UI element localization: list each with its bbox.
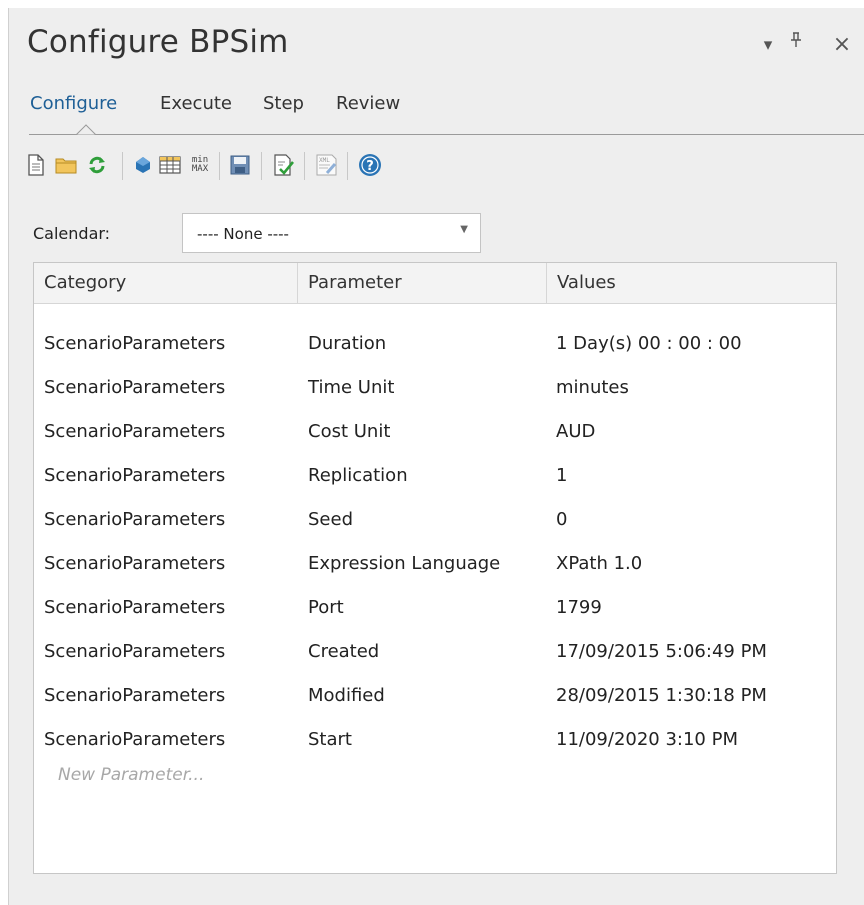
save-button[interactable] xyxy=(227,152,253,178)
min-max-button[interactable]: min MAX xyxy=(187,152,213,178)
window-title: Configure BPSim xyxy=(27,24,289,60)
xml-label: XML xyxy=(319,157,330,164)
table-row[interactable]: ScenarioParameters Duration 1 Day(s) 00 … xyxy=(34,322,836,366)
category-cell: ScenarioParameters xyxy=(44,465,226,486)
column-header-values[interactable]: Values xyxy=(547,263,836,303)
min-max-icon: min MAX xyxy=(192,156,208,174)
xml-export-icon: XML xyxy=(316,154,337,176)
toolbar: min MAX XML ? xyxy=(9,148,864,188)
pin-button[interactable] xyxy=(785,32,807,54)
tab-step[interactable]: Step xyxy=(263,93,304,114)
value-cell[interactable]: 28/09/2015 1:30:18 PM xyxy=(556,674,767,718)
refresh-icon xyxy=(89,156,105,174)
parameter-cell: Created xyxy=(308,641,380,662)
toolbar-separator xyxy=(219,152,220,180)
column-header-category[interactable]: Category xyxy=(34,263,297,303)
parameter-cell: Cost Unit xyxy=(308,421,391,442)
tab-underline xyxy=(29,134,864,135)
category-cell: ScenarioParameters xyxy=(44,641,226,662)
close-button[interactable]: × xyxy=(831,34,853,56)
toolbar-separator xyxy=(122,152,123,180)
shape-icon xyxy=(136,157,150,173)
category-cell: ScenarioParameters xyxy=(44,509,226,530)
calendar-label: Calendar: xyxy=(33,224,111,243)
toolbar-separator xyxy=(347,152,348,180)
parameter-cell: Port xyxy=(308,597,344,618)
pin-icon xyxy=(791,32,801,47)
xml-export-button[interactable]: XML xyxy=(314,152,340,178)
help-button[interactable]: ? xyxy=(357,152,383,178)
window-menu-button[interactable]: ▾ xyxy=(757,34,779,56)
value-cell[interactable]: minutes xyxy=(556,366,629,410)
parameter-cell: Time Unit xyxy=(308,377,395,398)
parameter-cell: Expression Language xyxy=(308,553,501,574)
save-icon xyxy=(230,155,250,175)
value-cell[interactable]: XPath 1.0 xyxy=(556,542,642,586)
category-cell: ScenarioParameters xyxy=(44,729,226,750)
value-cell[interactable]: 17/09/2015 5:06:49 PM xyxy=(556,630,767,674)
category-cell: ScenarioParameters xyxy=(44,421,226,442)
category-cell: ScenarioParameters xyxy=(44,597,226,618)
active-tab-notch xyxy=(76,124,96,136)
open-folder-button[interactable] xyxy=(53,152,79,178)
tab-review[interactable]: Review xyxy=(336,93,400,114)
refresh-button[interactable] xyxy=(84,152,110,178)
table-row[interactable]: ScenarioParameters Time Unit minutes xyxy=(34,366,836,410)
help-glyph: ? xyxy=(366,159,374,174)
category-cell: ScenarioParameters xyxy=(44,553,226,574)
category-cell: ScenarioParameters xyxy=(44,333,226,354)
toolbar-separator xyxy=(304,152,305,180)
calendar-select[interactable]: ---- None ---- ▼ xyxy=(182,213,481,253)
category-cell: ScenarioParameters xyxy=(44,685,226,706)
open-folder-icon xyxy=(55,158,77,174)
chevron-down-icon: ▼ xyxy=(460,224,468,235)
table-icon xyxy=(159,156,181,174)
value-cell[interactable]: 1 xyxy=(556,454,567,498)
table-row[interactable]: ScenarioParameters Expression Language X… xyxy=(34,542,836,586)
tab-bar: Configure Execute Step Review xyxy=(9,88,864,136)
bpsim-panel: Configure BPSim ▾ × Configure Execute St… xyxy=(8,8,864,905)
value-cell[interactable]: AUD xyxy=(556,410,595,454)
validate-button[interactable] xyxy=(271,152,297,178)
table-row[interactable]: ScenarioParameters Modified 28/09/2015 1… xyxy=(34,674,836,718)
table-button[interactable] xyxy=(157,152,183,178)
table-row[interactable]: ScenarioParameters Seed 0 xyxy=(34,498,836,542)
new-document-button[interactable] xyxy=(23,152,49,178)
table-row[interactable]: ScenarioParameters Created 17/09/2015 5:… xyxy=(34,630,836,674)
value-cell[interactable]: 11/09/2020 3:10 PM xyxy=(556,718,738,762)
tab-execute[interactable]: Execute xyxy=(160,93,232,114)
value-cell[interactable]: 0 xyxy=(556,498,567,542)
toolbar-separator xyxy=(261,152,262,180)
parameter-cell: Duration xyxy=(308,333,387,354)
value-cell[interactable]: 1799 xyxy=(556,586,602,630)
parameter-table: Category Parameter Values ScenarioParame… xyxy=(33,262,837,874)
max-label: MAX xyxy=(191,164,209,174)
validate-icon xyxy=(274,154,295,176)
table-header: Category Parameter Values xyxy=(34,263,836,304)
table-row[interactable]: ScenarioParameters Cost Unit AUD xyxy=(34,410,836,454)
calendar-value: ---- None ---- xyxy=(197,225,289,243)
parameter-cell: Start xyxy=(308,729,352,750)
parameter-cell: Modified xyxy=(308,685,385,706)
table-row[interactable]: ScenarioParameters Replication 1 xyxy=(34,454,836,498)
new-document-icon xyxy=(28,154,44,176)
category-cell: ScenarioParameters xyxy=(44,377,226,398)
title-bar: Configure BPSim ▾ × xyxy=(9,8,864,88)
table-row[interactable]: ScenarioParameters Start 11/09/2020 3:10… xyxy=(34,718,836,762)
column-header-parameter[interactable]: Parameter xyxy=(298,263,546,303)
tab-configure[interactable]: Configure xyxy=(30,93,117,114)
table-row[interactable]: ScenarioParameters Port 1799 xyxy=(34,586,836,630)
parameter-cell: Seed xyxy=(308,509,353,530)
new-parameter-row[interactable]: New Parameter... xyxy=(58,765,204,785)
help-icon: ? xyxy=(359,154,381,176)
value-cell[interactable]: 1 Day(s) 00 : 00 : 00 xyxy=(556,322,742,366)
parameter-cell: Replication xyxy=(308,465,408,486)
shape-button[interactable] xyxy=(130,152,156,178)
